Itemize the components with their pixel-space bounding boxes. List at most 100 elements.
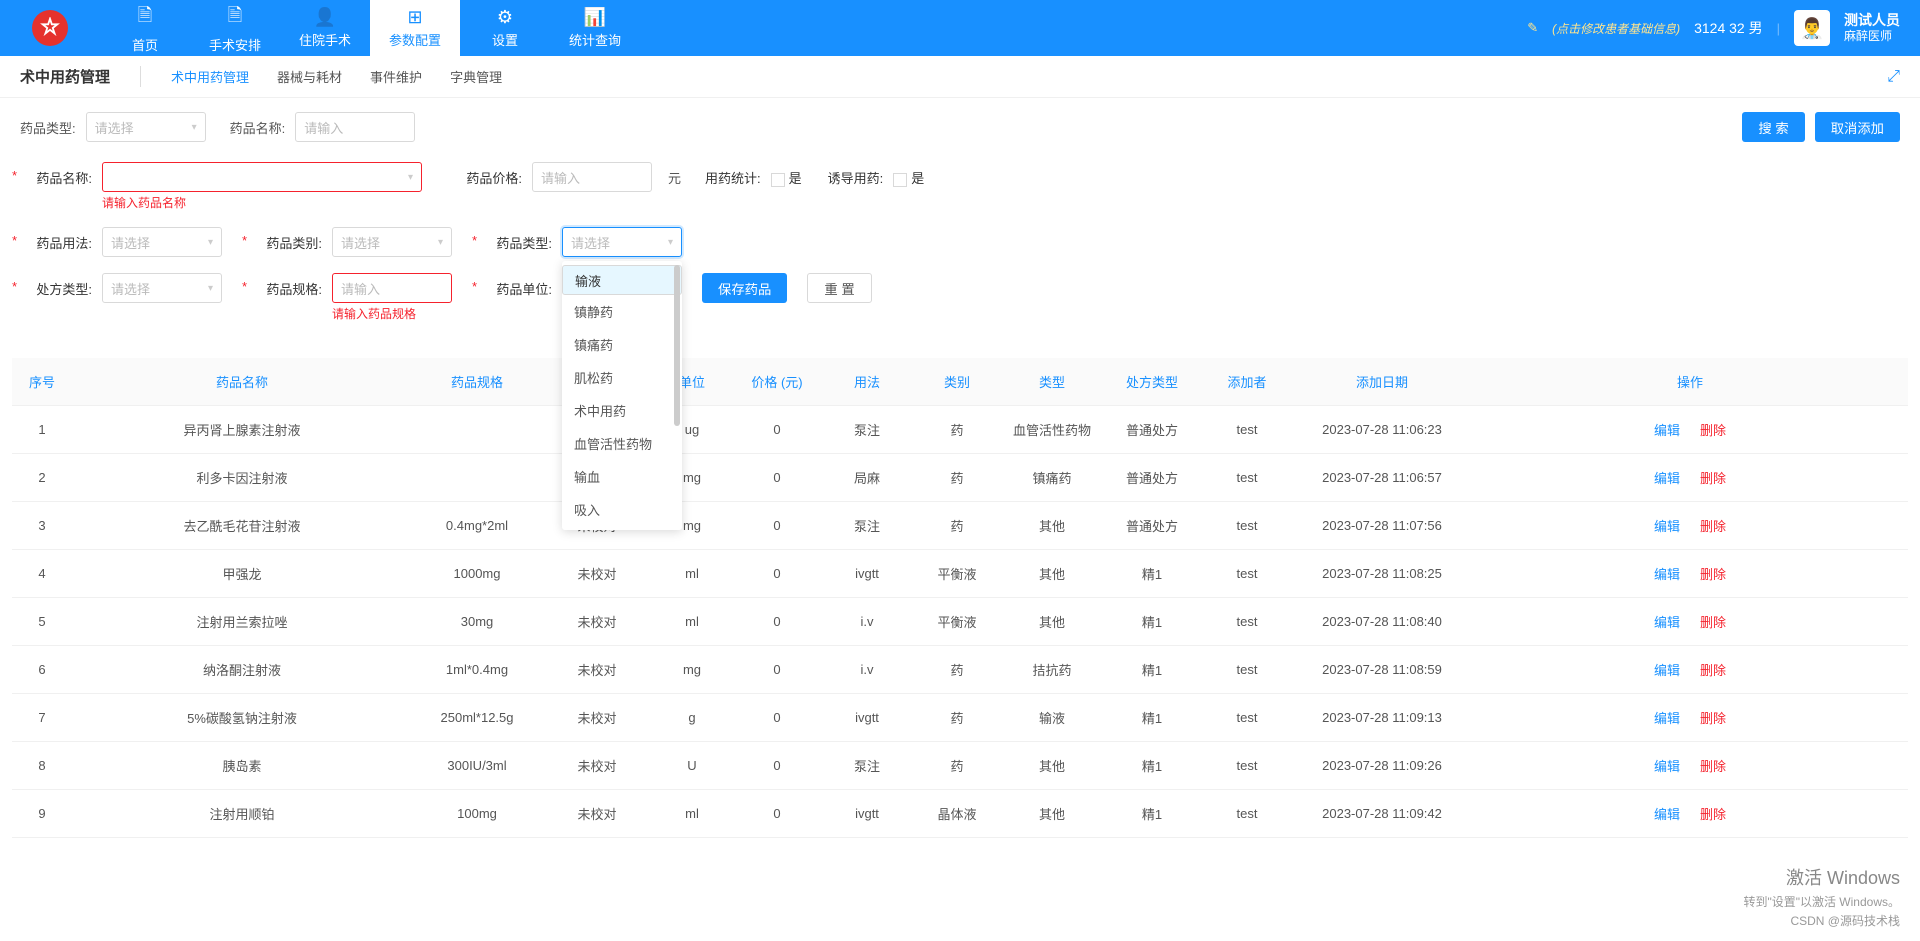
dropdown-option[interactable]: 肌松药 — [562, 361, 682, 394]
edit-link[interactable]: 编辑 — [1654, 564, 1680, 583]
delete-link[interactable]: 删除 — [1700, 660, 1726, 679]
filter-name-label: 药品名称: — [230, 118, 286, 137]
edit-link[interactable]: 编辑 — [1654, 612, 1680, 631]
filter-type-select[interactable]: 请选择▾ — [86, 112, 206, 142]
cell-idx: 8 — [12, 742, 72, 789]
drug-category-select[interactable]: 请选择▾ — [332, 227, 452, 257]
nav-item-4[interactable]: ⚙设置 — [460, 0, 550, 56]
edit-link[interactable]: 编辑 — [1654, 708, 1680, 727]
edit-link[interactable]: 编辑 — [1654, 468, 1680, 487]
expand-icon[interactable]: ⤢ — [1887, 68, 1900, 86]
patient-edit-link[interactable]: (点击修改患者基础信息) — [1552, 20, 1680, 37]
price-unit: 元 — [668, 162, 681, 187]
drug-type-select[interactable]: 请选择▾ — [562, 227, 682, 257]
avatar[interactable]: 👨‍⚕️ — [1794, 10, 1830, 46]
cell-usage: i.v — [822, 598, 912, 645]
delete-link[interactable]: 删除 — [1700, 420, 1726, 439]
cell-adder: test — [1202, 598, 1292, 645]
reset-button[interactable]: 重 置 — [807, 273, 871, 303]
cell-adder: test — [1202, 646, 1292, 693]
cancel-add-button[interactable]: 取消添加 — [1815, 112, 1900, 142]
induce-checkbox[interactable] — [893, 173, 907, 187]
cell-unit: ml — [652, 790, 732, 837]
cell-idx: 9 — [12, 790, 72, 837]
cell-type: 其他 — [1002, 742, 1102, 789]
cell-name: 胰岛素 — [72, 742, 412, 789]
nav-item-0[interactable]: 🗎首页 — [100, 0, 190, 56]
edit-link[interactable]: 编辑 — [1654, 756, 1680, 775]
cell-idx: 2 — [12, 454, 72, 501]
induce-yes: 是 — [911, 171, 924, 186]
column-header: 类型 — [1002, 358, 1102, 405]
tab-0[interactable]: 术中用药管理 — [171, 70, 249, 85]
dropdown-option[interactable]: 镇痛药 — [562, 328, 682, 361]
delete-link[interactable]: 删除 — [1700, 804, 1726, 823]
drug-usage-select[interactable]: 请选择▾ — [102, 227, 222, 257]
cell-actions: 编辑 删除 — [1472, 454, 1908, 501]
delete-link[interactable]: 删除 — [1700, 708, 1726, 727]
nav-item-3[interactable]: ⊞参数配置 — [370, 0, 460, 56]
chevron-down-icon: ▾ — [668, 237, 673, 248]
dropdown-option[interactable]: 术中用药 — [562, 394, 682, 427]
usage-stat-yes: 是 — [789, 171, 802, 186]
cell-price: 0 — [732, 598, 822, 645]
cell-cat: 药 — [912, 502, 1002, 549]
tab-3[interactable]: 字典管理 — [450, 70, 502, 85]
drug-name-select[interactable]: ▾ — [102, 162, 422, 192]
dropdown-option[interactable]: 输血 — [562, 460, 682, 493]
search-button[interactable]: 搜 索 — [1742, 112, 1804, 142]
cell-date: 2023-07-28 11:08:25 — [1292, 550, 1472, 597]
cell-rx: 精1 — [1102, 694, 1202, 741]
edit-link[interactable]: 编辑 — [1654, 804, 1680, 823]
dropdown-option[interactable]: 血管活性药物 — [562, 427, 682, 460]
dropdown-option[interactable]: 吸入 — [562, 493, 682, 526]
table-header: 序号药品名称药品规格是否校对his单位价格 (元)用法类别类型处方类型添加者添加… — [12, 358, 1908, 406]
save-drug-button[interactable]: 保存药品 — [702, 273, 787, 303]
dropdown-option[interactable]: 镇静药 — [562, 295, 682, 328]
filter-name-input[interactable]: 请输入 — [295, 112, 415, 142]
usage-stat-label: 用药统计: — [705, 162, 761, 187]
cell-usage: 泵注 — [822, 742, 912, 789]
edit-link[interactable]: 编辑 — [1654, 660, 1680, 679]
cell-price: 0 — [732, 790, 822, 837]
cell-usage: i.v — [822, 646, 912, 693]
delete-link[interactable]: 删除 — [1700, 612, 1726, 631]
cell-actions: 编辑 删除 — [1472, 502, 1908, 549]
cell-actions: 编辑 删除 — [1472, 790, 1908, 837]
patient-info: 3124 32 男 — [1694, 18, 1763, 38]
edit-link[interactable]: 编辑 — [1654, 420, 1680, 439]
cell-name: 去乙酰毛花苷注射液 — [72, 502, 412, 549]
nav-label: 统计查询 — [569, 30, 621, 49]
cell-type: 其他 — [1002, 790, 1102, 837]
drug-name-label: 药品名称: — [20, 162, 92, 187]
delete-link[interactable]: 删除 — [1700, 756, 1726, 775]
dropdown-option[interactable]: 输液 — [562, 265, 682, 295]
nav-item-2[interactable]: 👤住院手术 — [280, 0, 370, 56]
drug-price-input[interactable]: 请输入 — [532, 162, 652, 192]
rx-type-label: 处方类型: — [20, 273, 92, 298]
drug-spec-label: 药品规格: — [250, 273, 322, 298]
cell-spec: 30mg — [412, 598, 542, 645]
tab-1[interactable]: 器械与耗材 — [277, 70, 342, 85]
delete-link[interactable]: 删除 — [1700, 516, 1726, 535]
edit-link[interactable]: 编辑 — [1654, 516, 1680, 535]
cell-type: 其他 — [1002, 598, 1102, 645]
nav-item-5[interactable]: 📊统计查询 — [550, 0, 640, 56]
delete-link[interactable]: 删除 — [1700, 468, 1726, 487]
cell-idx: 5 — [12, 598, 72, 645]
rx-type-select[interactable]: 请选择▾ — [102, 273, 222, 303]
table-row: 1异丙肾上腺素注射液未校对ug0泵注药血管活性药物普通处方test2023-07… — [12, 406, 1908, 454]
tab-2[interactable]: 事件维护 — [370, 70, 422, 85]
scrollbar[interactable] — [674, 265, 680, 426]
nav-item-1[interactable]: 🗎手术安排 — [190, 0, 280, 56]
cell-name: 注射用顺铂 — [72, 790, 412, 837]
drug-spec-input[interactable]: 请输入 — [332, 273, 452, 303]
delete-link[interactable]: 删除 — [1700, 564, 1726, 583]
usage-stat-checkbox[interactable] — [771, 173, 785, 187]
cell-his: 未校对 — [542, 646, 652, 693]
cell-type: 其他 — [1002, 502, 1102, 549]
cell-idx: 3 — [12, 502, 72, 549]
cell-name: 纳洛酮注射液 — [72, 646, 412, 693]
table-row: 2利多卡因注射液未校对mg0局麻药镇痛药普通处方test2023-07-28 1… — [12, 454, 1908, 502]
drug-category-label: 药品类别: — [250, 227, 322, 252]
